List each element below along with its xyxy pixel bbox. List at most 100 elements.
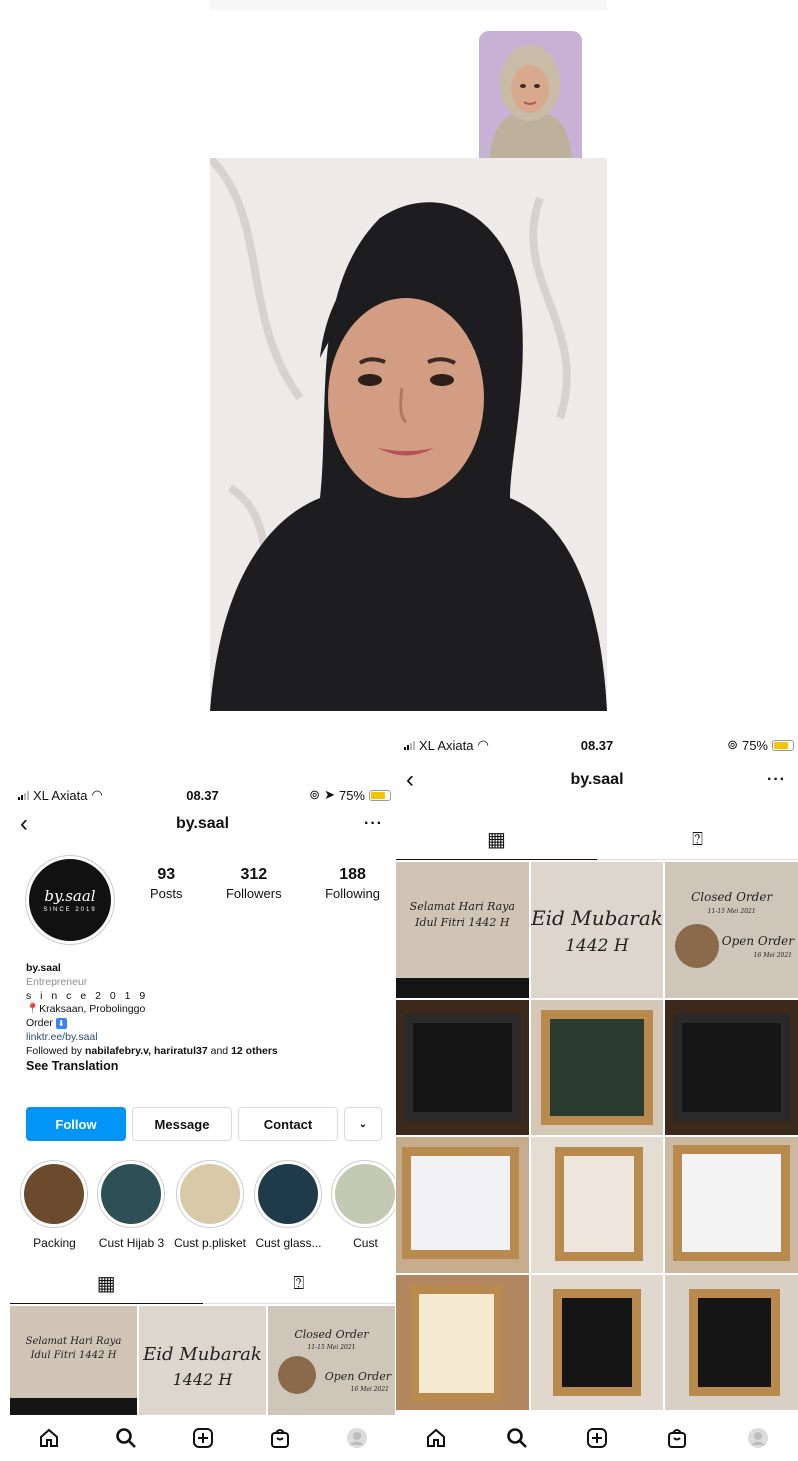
frame-graphic [540, 1009, 654, 1125]
posts-value: 93 [157, 866, 176, 883]
message-button[interactable]: Message [132, 1107, 232, 1141]
post-thumbnail[interactable]: Closed Order 11-15 Mei 2021 Open Order 1… [268, 1306, 395, 1416]
bio-order-line: Order ⬇ [26, 1017, 386, 1031]
highlight-item[interactable]: Cust [331, 1160, 395, 1250]
post-thumbnail[interactable] [665, 1137, 798, 1273]
highlight-item[interactable]: Cust Hijab 3 [97, 1160, 166, 1250]
post-thumbnail[interactable]: Selamat Hari Raya Idul Fitri 1442 H [396, 862, 529, 998]
main-video-feed [210, 158, 607, 711]
post-thumbnail[interactable] [396, 1274, 529, 1410]
tagged-icon: ⍰ [293, 1273, 305, 1293]
highlight-label: Cust Hijab 3 [98, 1236, 165, 1250]
post-line: 11-15 Mei 2021 [707, 908, 756, 915]
shop-icon[interactable] [267, 1425, 293, 1451]
profile-tabs: ▦ ⍰ [10, 1264, 395, 1304]
following-value: 188 [339, 866, 366, 883]
frame-graphic [673, 1013, 790, 1121]
post-thumbnail[interactable] [665, 1274, 798, 1410]
search-icon[interactable] [504, 1425, 530, 1451]
post-thumbnail[interactable]: Selamat Hari Raya Idul Fitri 1442 H [10, 1306, 137, 1416]
avatar-since-text: SINCE 2019 [43, 907, 97, 913]
tab-posts-grid[interactable]: ▦ [396, 820, 597, 860]
tab-tagged[interactable]: ⍰ [597, 820, 798, 859]
orientation-lock-icon: ⊚ [309, 787, 321, 802]
post-thumbnail[interactable] [530, 1274, 664, 1410]
more-options-icon[interactable]: ··· [364, 815, 383, 833]
post-line: Closed Order [691, 890, 773, 904]
following-label: Following [325, 886, 380, 901]
frame-graphic [404, 1013, 521, 1121]
highlight-label: Packing [33, 1236, 76, 1250]
highlight-item[interactable]: Cust glass... [254, 1160, 323, 1250]
highlight-thumb [24, 1164, 85, 1224]
highlight-thumb [258, 1164, 319, 1224]
suggested-dropdown-button[interactable]: ⌄ [344, 1107, 382, 1141]
followers-count[interactable]: 312 Followers [226, 866, 282, 901]
highlight-item[interactable]: Cust p.plisket [174, 1160, 246, 1250]
highlight-item[interactable]: Packing [20, 1160, 89, 1250]
post-thumbnail[interactable] [396, 999, 529, 1135]
post-line: Selamat Hari Raya [409, 900, 515, 913]
home-icon[interactable] [423, 1425, 449, 1451]
moon-graphic [278, 1356, 316, 1394]
bio-since: s i n c e 2 0 1 9 [26, 989, 149, 1002]
profile-nav: ‹ by.saal ··· [10, 808, 395, 840]
post-thumbnail[interactable] [530, 1137, 664, 1273]
frame-graphic [402, 1147, 519, 1259]
frame-graphic [673, 1145, 790, 1261]
post-line: 1442 H [172, 1370, 233, 1389]
bio-category: Entrepreneur [26, 975, 88, 988]
post-thumbnail[interactable]: Closed Order 11-15 Mei 2021 Open Order 1… [665, 862, 798, 998]
frame-graphic [554, 1147, 644, 1261]
profile-avatar-icon[interactable] [745, 1425, 771, 1451]
highlight-label: Cust p.plisket [173, 1236, 246, 1250]
profile-actions: Follow Message Contact ⌄ [26, 1107, 392, 1141]
status-bar: XL Axiata ◠ 08.37 ⊚ 75% [396, 732, 798, 758]
post-thumbnail[interactable] [396, 1137, 529, 1273]
bottom-tab-bar [10, 1415, 395, 1461]
bio-name: by.saal [26, 962, 61, 974]
follow-button[interactable]: Follow [26, 1107, 126, 1141]
tab-posts-grid[interactable]: ▦ [10, 1264, 203, 1304]
shop-icon[interactable] [664, 1425, 690, 1451]
followed-and: and [207, 1044, 232, 1057]
bio-link[interactable]: linktr.ee/by.saal [26, 1031, 386, 1045]
battery-percent: 75% [338, 787, 365, 803]
orientation-lock-icon: ⊚ [727, 737, 738, 752]
see-translation-link[interactable]: See Translation [26, 1059, 386, 1074]
battery-icon [772, 739, 794, 751]
profile-nav: ‹ by.saal ··· [396, 764, 798, 796]
battery-area: ⊚ 75% [727, 737, 794, 753]
following-count[interactable]: 188 Following [325, 866, 380, 901]
profile-tabs: ▦ ⍰ [396, 820, 798, 860]
post-thumbnail[interactable]: Eid Mubarak 1442 H [530, 862, 664, 998]
posts-grid: Selamat Hari Raya Idul Fitri 1442 H Eid … [396, 862, 798, 1410]
post-thumbnail[interactable] [530, 999, 664, 1135]
posts-count[interactable]: 93 Posts [150, 866, 183, 901]
post-line: Eid Mubarak [531, 906, 663, 930]
tab-tagged[interactable]: ⍰ [203, 1264, 396, 1303]
new-post-icon[interactable] [584, 1425, 610, 1451]
left-phone-profile-screen: XL Axiata ◠ 08.37 ⊚ ➤ 75% ‹ by.saal ··· … [10, 780, 395, 1461]
search-icon[interactable] [113, 1425, 139, 1451]
home-icon[interactable] [36, 1425, 62, 1451]
pip-video-preview[interactable] [479, 31, 582, 167]
highlight-thumb [179, 1164, 240, 1224]
post-line: 1442 H [565, 936, 629, 956]
post-thumbnail[interactable]: Eid Mubarak 1442 H [139, 1306, 266, 1416]
followed-by-line[interactable]: Followed by nabilafebry.v, hariratul37 a… [26, 1045, 386, 1059]
new-post-icon[interactable] [190, 1425, 216, 1451]
followed-others: 12 others [231, 1044, 278, 1057]
status-bar: XL Axiata ◠ 08.37 ⊚ ➤ 75% [10, 782, 395, 808]
followers-value: 312 [240, 866, 268, 883]
main-person-illustration [210, 158, 607, 711]
more-options-icon[interactable]: ··· [767, 771, 786, 789]
location-icon: ➤ [324, 787, 335, 802]
profile-avatar-icon[interactable] [344, 1425, 370, 1451]
bottom-tab-bar [396, 1415, 798, 1461]
contact-button[interactable]: Contact [238, 1107, 338, 1141]
post-thumbnail[interactable] [665, 999, 798, 1135]
followers-label: Followers [225, 886, 282, 901]
profile-avatar[interactable]: by.saal SINCE 2019 [26, 856, 114, 944]
post-line: 11-15 Mei 2021 [307, 1344, 356, 1351]
